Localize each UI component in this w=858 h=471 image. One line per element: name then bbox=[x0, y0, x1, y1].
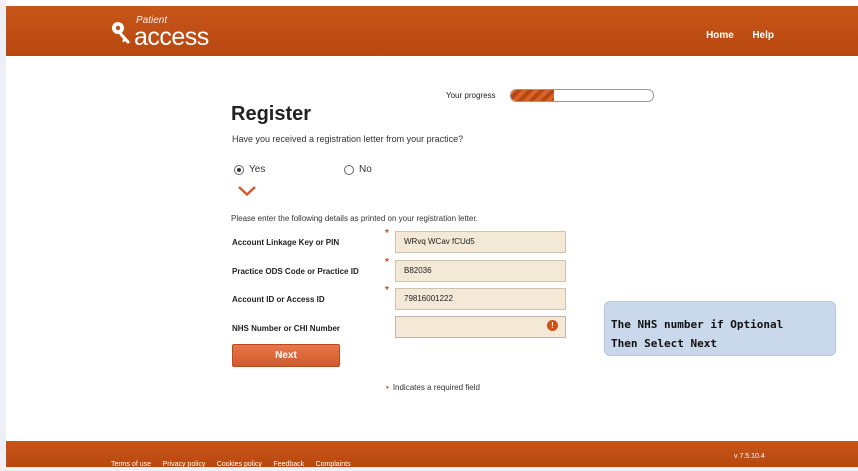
progress-label: Your progress bbox=[446, 91, 496, 100]
account-id-label: Account ID or Access ID bbox=[232, 295, 325, 304]
radio-no-label: No bbox=[359, 164, 372, 175]
practice-ods-code-label: Practice ODS Code or Practice ID bbox=[232, 267, 359, 276]
account-linkage-key-input[interactable]: WRvq WCav fCUd5 bbox=[395, 231, 566, 253]
radio-yes-control[interactable] bbox=[234, 164, 244, 175]
required-marker: * bbox=[385, 257, 389, 268]
radio-no-control[interactable] bbox=[344, 164, 354, 175]
account-linkage-key-label: Account Linkage Key or PIN bbox=[232, 238, 340, 247]
required-marker: * bbox=[385, 285, 389, 296]
callout-line-2: Then Select Next bbox=[611, 337, 717, 350]
callout-line-1: The NHS number if Optional bbox=[611, 318, 784, 331]
site-header: Patient access Home Help bbox=[6, 6, 858, 56]
registration-letter-question: Have you received a registration letter … bbox=[232, 134, 464, 144]
warning-icon: ! bbox=[547, 320, 558, 331]
practice-ods-code-input[interactable]: B82036 bbox=[395, 260, 566, 282]
logo-big-text: access bbox=[134, 23, 209, 51]
nav-help-link[interactable]: Help bbox=[752, 30, 774, 41]
footer-links: Terms of use Privacy policy Cookies poli… bbox=[111, 453, 358, 471]
required-note-text: Indicates a required field bbox=[392, 383, 480, 392]
nav-home-link[interactable]: Home bbox=[706, 30, 734, 41]
radio-option-yes[interactable]: Yes bbox=[234, 164, 265, 175]
account-id-input[interactable]: 79816001222 bbox=[395, 288, 566, 310]
progress-fill bbox=[511, 90, 554, 101]
radio-yes-label: Yes bbox=[249, 164, 266, 175]
site-footer: Terms of use Privacy policy Cookies poli… bbox=[6, 441, 858, 468]
nhs-number-input[interactable] bbox=[395, 316, 566, 338]
instructions-text: Please enter the following details as pr… bbox=[231, 214, 478, 223]
key-icon bbox=[112, 22, 130, 44]
top-nav: Home Help bbox=[692, 25, 774, 43]
required-dot: • bbox=[386, 383, 389, 392]
annotation-callout: The NHS number if Optional Then Select N… bbox=[604, 301, 836, 356]
next-button[interactable]: Next bbox=[232, 344, 340, 367]
required-field-note: • Indicates a required field bbox=[386, 383, 480, 392]
required-marker: * bbox=[385, 228, 389, 239]
page: Patient access Home Help Your progress R… bbox=[6, 0, 858, 468]
version-text: v 7.5.10.4 bbox=[734, 453, 765, 460]
page-title: Register bbox=[231, 103, 312, 125]
progress-bar bbox=[510, 89, 654, 102]
chevron-down-icon bbox=[238, 186, 256, 196]
radio-option-no[interactable]: No bbox=[344, 164, 372, 175]
nhs-number-label: NHS Number or CHI Number bbox=[232, 324, 341, 333]
